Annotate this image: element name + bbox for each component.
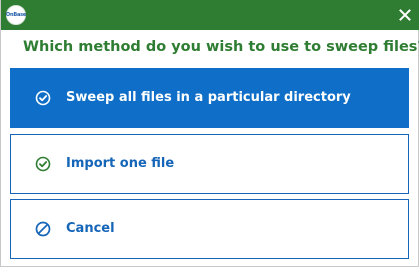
app-logo-text: OnBase	[5, 11, 27, 18]
title-bar: OnBase	[1, 0, 419, 30]
sweep-directory-option[interactable]: Sweep all files in a particular director…	[10, 68, 409, 128]
close-icon	[399, 9, 411, 21]
import-one-file-option[interactable]: Import one file	[10, 134, 409, 194]
import-one-file-label: Import one file	[66, 156, 175, 171]
app-logo: OnBase	[6, 5, 26, 25]
check-circle-icon	[35, 90, 51, 106]
close-button[interactable]	[390, 0, 419, 30]
cancel-label: Cancel	[66, 221, 115, 236]
sweep-directory-label: Sweep all files in a particular director…	[66, 90, 351, 105]
dialog-question: Which method do you wish to use to sweep…	[23, 39, 419, 55]
check-circle-icon	[35, 156, 51, 172]
sweep-method-dialog: OnBase Which method do you wish to use t…	[0, 0, 419, 267]
cancel-circle-icon	[35, 221, 51, 237]
cancel-option[interactable]: Cancel	[10, 199, 409, 259]
